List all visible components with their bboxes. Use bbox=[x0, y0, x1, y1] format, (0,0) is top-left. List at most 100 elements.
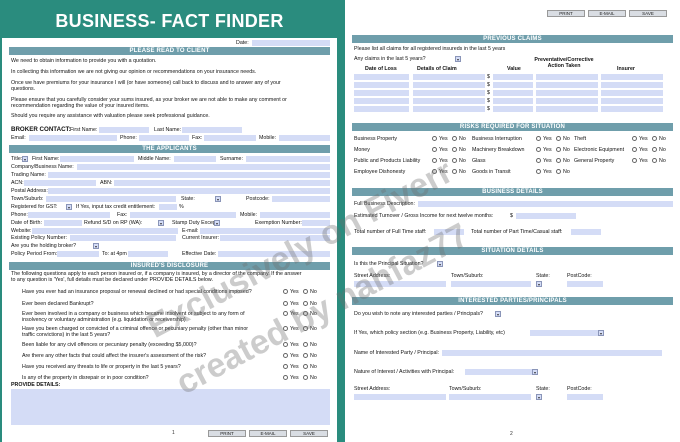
postcode-field[interactable] bbox=[567, 281, 603, 287]
street-field[interactable] bbox=[354, 281, 446, 287]
effective-date-field[interactable] bbox=[218, 251, 330, 257]
yes-radio[interactable] bbox=[536, 147, 541, 152]
print-button[interactable]: PRINT bbox=[208, 430, 246, 437]
exemption-field[interactable] bbox=[302, 220, 330, 226]
claim-insurer-field[interactable] bbox=[601, 74, 663, 80]
no-radio[interactable] bbox=[303, 289, 308, 294]
trading-field[interactable] bbox=[48, 172, 330, 178]
business-desc-field[interactable] bbox=[418, 201, 673, 207]
no-radio[interactable] bbox=[652, 147, 657, 152]
fax-field[interactable] bbox=[130, 212, 236, 218]
claim-date-field[interactable] bbox=[354, 82, 409, 88]
ip-street-field[interactable] bbox=[354, 394, 446, 400]
no-radio[interactable] bbox=[556, 136, 561, 141]
yes-radio[interactable] bbox=[283, 375, 288, 380]
claim-action-field[interactable] bbox=[536, 106, 598, 112]
postal-field[interactable] bbox=[48, 188, 330, 194]
policy-section-dropdown[interactable] bbox=[598, 330, 604, 336]
surname-field[interactable] bbox=[246, 156, 330, 162]
yes-radio[interactable] bbox=[283, 289, 288, 294]
no-radio[interactable] bbox=[452, 158, 457, 163]
no-radio[interactable] bbox=[303, 364, 308, 369]
broker-email-field[interactable] bbox=[29, 135, 117, 141]
yes-radio[interactable] bbox=[432, 169, 437, 174]
claim-action-field[interactable] bbox=[536, 74, 598, 80]
claim-value-field[interactable] bbox=[493, 82, 533, 88]
no-radio[interactable] bbox=[452, 169, 457, 174]
state-dropdown[interactable] bbox=[215, 196, 221, 202]
town-field[interactable] bbox=[46, 196, 176, 202]
no-radio[interactable] bbox=[303, 311, 308, 316]
yes-radio[interactable] bbox=[283, 364, 288, 369]
dob-field[interactable] bbox=[44, 220, 82, 226]
save-button[interactable]: SAVE bbox=[629, 10, 667, 17]
no-radio[interactable] bbox=[303, 342, 308, 347]
nature-dropdown[interactable] bbox=[532, 369, 538, 375]
claim-details-field[interactable] bbox=[413, 74, 485, 80]
current-insurer-field[interactable] bbox=[220, 235, 330, 241]
middle-name-field[interactable] bbox=[174, 156, 216, 162]
ip-state-dropdown[interactable] bbox=[536, 394, 542, 400]
broker-fax-field[interactable] bbox=[204, 135, 256, 141]
no-radio[interactable] bbox=[556, 147, 561, 152]
claim-details-field[interactable] bbox=[413, 82, 485, 88]
company-field[interactable] bbox=[77, 164, 330, 170]
no-radio[interactable] bbox=[652, 158, 657, 163]
mobile-field[interactable] bbox=[260, 212, 330, 218]
principal-situation-dropdown[interactable] bbox=[437, 261, 443, 267]
claim-date-field[interactable] bbox=[354, 98, 409, 104]
yes-radio[interactable] bbox=[632, 158, 637, 163]
claim-insurer-field[interactable] bbox=[601, 90, 663, 96]
claim-details-field[interactable] bbox=[413, 90, 485, 96]
claim-value-field[interactable] bbox=[493, 90, 533, 96]
claim-value-field[interactable] bbox=[493, 74, 533, 80]
save-button[interactable]: SAVE bbox=[290, 430, 328, 437]
no-radio[interactable] bbox=[556, 169, 561, 174]
claim-insurer-field[interactable] bbox=[601, 106, 663, 112]
full-time-field[interactable] bbox=[434, 229, 464, 235]
gst-dropdown[interactable] bbox=[66, 204, 72, 210]
gst-percent-field[interactable] bbox=[159, 204, 177, 210]
claim-action-field[interactable] bbox=[536, 82, 598, 88]
claim-date-field[interactable] bbox=[354, 106, 409, 112]
turnover-field[interactable] bbox=[516, 213, 576, 219]
date-field[interactable] bbox=[252, 40, 330, 46]
broker-last-field[interactable] bbox=[182, 127, 242, 133]
phone-field[interactable] bbox=[28, 212, 110, 218]
yes-radio[interactable] bbox=[283, 326, 288, 331]
no-radio[interactable] bbox=[452, 136, 457, 141]
email-field[interactable] bbox=[200, 228, 330, 234]
postcode-field[interactable] bbox=[272, 196, 330, 202]
yes-radio[interactable] bbox=[283, 311, 288, 316]
title-dropdown[interactable] bbox=[22, 156, 28, 162]
yes-radio[interactable] bbox=[283, 301, 288, 306]
policy-section-field[interactable] bbox=[530, 330, 604, 336]
part-time-field[interactable] bbox=[571, 229, 601, 235]
no-radio[interactable] bbox=[303, 353, 308, 358]
ip-postcode-field[interactable] bbox=[567, 394, 603, 400]
claim-date-field[interactable] bbox=[354, 74, 409, 80]
broker-phone-field[interactable] bbox=[139, 135, 189, 141]
claim-date-field[interactable] bbox=[354, 90, 409, 96]
no-radio[interactable] bbox=[652, 136, 657, 141]
existing-policy-field[interactable] bbox=[70, 235, 176, 241]
yes-radio[interactable] bbox=[283, 353, 288, 358]
refund-dropdown[interactable] bbox=[158, 220, 164, 226]
abn-field[interactable] bbox=[114, 180, 330, 186]
claim-insurer-field[interactable] bbox=[601, 82, 663, 88]
no-radio[interactable] bbox=[303, 301, 308, 306]
email-button[interactable]: E-MAIL bbox=[249, 430, 287, 437]
email-button[interactable]: E-MAIL bbox=[588, 10, 626, 17]
no-radio[interactable] bbox=[556, 158, 561, 163]
yes-radio[interactable] bbox=[536, 136, 541, 141]
yes-radio[interactable] bbox=[632, 147, 637, 152]
yes-radio[interactable] bbox=[536, 158, 541, 163]
yes-radio[interactable] bbox=[632, 136, 637, 141]
yes-radio[interactable] bbox=[432, 158, 437, 163]
ip-town-field[interactable] bbox=[449, 394, 531, 400]
period-to-field[interactable] bbox=[128, 251, 168, 257]
town-field[interactable] bbox=[451, 281, 531, 287]
website-field[interactable] bbox=[32, 228, 178, 234]
no-radio[interactable] bbox=[452, 147, 457, 152]
no-radio[interactable] bbox=[303, 326, 308, 331]
